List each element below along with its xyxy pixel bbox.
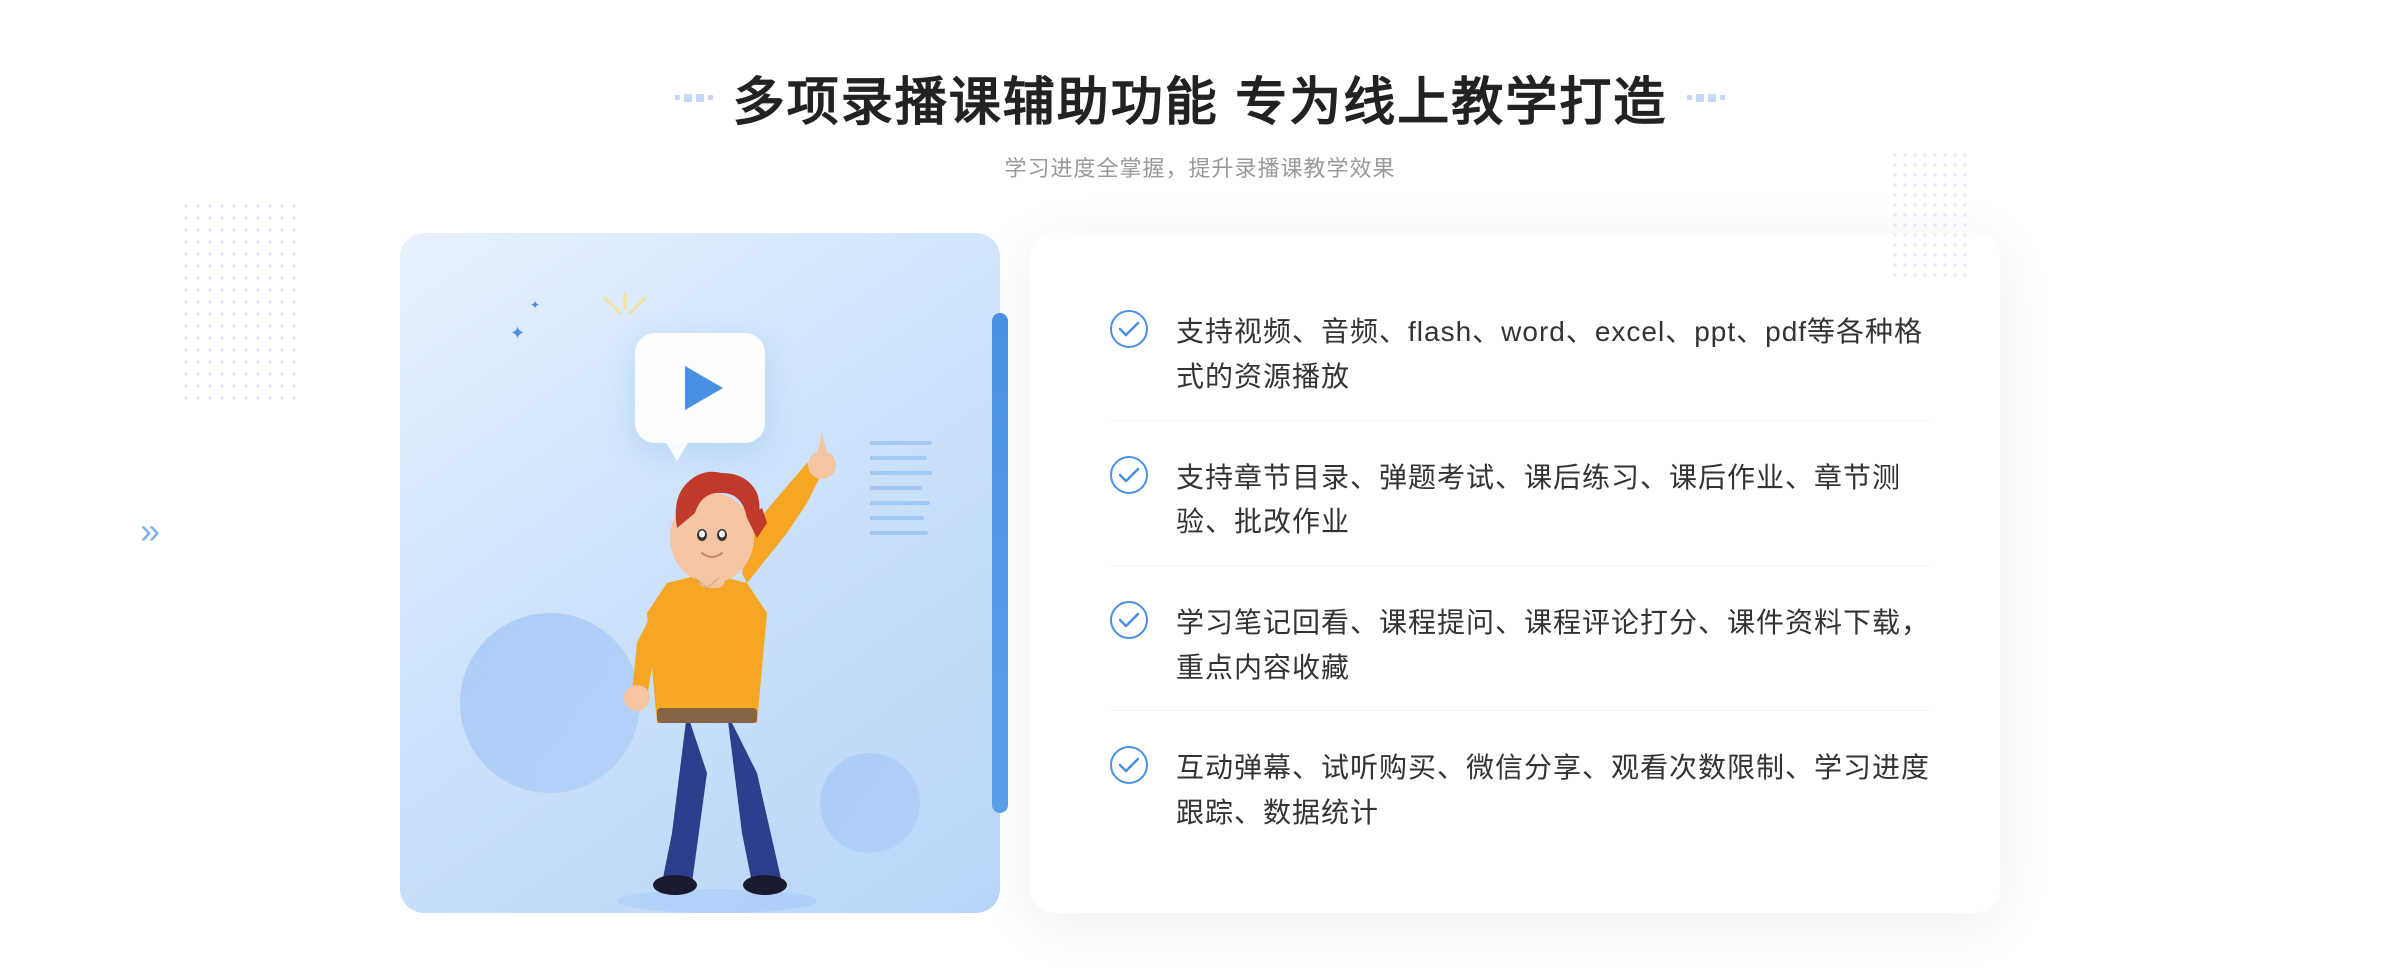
check-icon-3 (1110, 601, 1148, 639)
page-container: » 多项录播课辅助功能 专为线上教学打造 学习进度全掌握，提升录播课教学效果 (0, 0, 2400, 974)
title-dots-left (675, 94, 713, 102)
dot (675, 95, 680, 100)
illustration-card (400, 233, 1000, 913)
dots-decoration-left (180, 200, 300, 400)
feature-text-3: 学习笔记回看、课程提问、课程评论打分、课件资料下载，重点内容收藏 (1176, 601, 1930, 691)
dot (1708, 94, 1716, 102)
check-icon-2 (1110, 456, 1148, 494)
page-title: 多项录播课辅助功能 专为线上教学打造 (733, 60, 1667, 135)
feature-text-1: 支持视频、音频、flash、word、excel、ppt、pdf等各种格式的资源… (1176, 310, 1930, 400)
feature-item-3: 学习笔记回看、课程提问、课程评论打分、课件资料下载，重点内容收藏 (1110, 581, 1930, 712)
dot (1696, 94, 1704, 102)
feature-item-1: 支持视频、音频、flash、word、excel、ppt、pdf等各种格式的资源… (1110, 290, 1930, 421)
chevron-left-icon: » (140, 510, 160, 552)
features-panel: 支持视频、音频、flash、word、excel、ppt、pdf等各种格式的资源… (1030, 233, 2000, 913)
dot (696, 94, 704, 102)
human-figure-illustration (547, 353, 887, 913)
dot (684, 94, 692, 102)
title-row: 多项录播课辅助功能 专为线上教学打造 (675, 60, 1725, 135)
feature-item-2: 支持章节目录、弹题考试、课后练习、课后作业、章节测验、批改作业 (1110, 436, 1930, 567)
header-section: 多项录播课辅助功能 专为线上教学打造 学习进度全掌握，提升录播课教学效果 (675, 60, 1725, 183)
blue-accent-bar (992, 313, 1008, 813)
page-subtitle: 学习进度全掌握，提升录播课教学效果 (675, 151, 1725, 183)
dot (1720, 95, 1725, 100)
feature-text-2: 支持章节目录、弹题考试、课后练习、课后作业、章节测验、批改作业 (1176, 456, 1930, 546)
dot (708, 95, 713, 100)
feature-item-4: 互动弹幕、试听购买、微信分享、观看次数限制、学习进度跟踪、数据统计 (1110, 726, 1930, 856)
check-icon-1 (1110, 310, 1148, 348)
dot (1687, 95, 1692, 100)
light-rays (600, 293, 700, 373)
check-icon-4 (1110, 746, 1148, 784)
content-area: 支持视频、音频、flash、word、excel、ppt、pdf等各种格式的资源… (400, 233, 2000, 913)
dots-decoration-right (1890, 150, 1970, 280)
feature-text-4: 互动弹幕、试听购买、微信分享、观看次数限制、学习进度跟踪、数据统计 (1176, 746, 1930, 836)
title-dots-right (1687, 94, 1725, 102)
